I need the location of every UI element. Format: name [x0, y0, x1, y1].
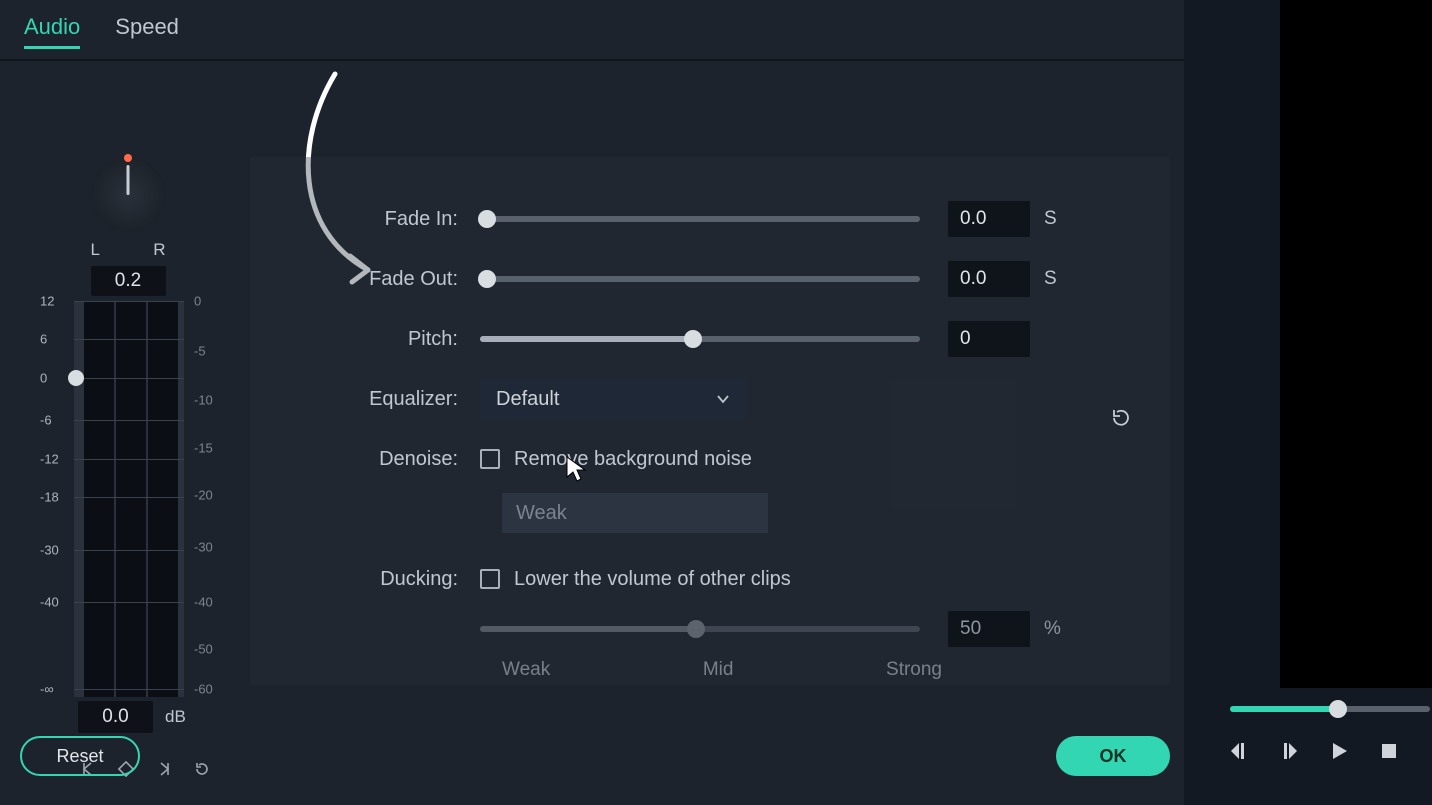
meter-tick-left: 6: [40, 331, 47, 346]
meter-tick-right: -50: [194, 642, 213, 657]
volume-meter[interactable]: 1260-6-12-18-30-40-∞0-5-10-15-20-30-40-5…: [38, 301, 208, 701]
fadein-slider[interactable]: [480, 216, 920, 222]
meter-tick-left: -30: [40, 543, 59, 558]
fadeout-slider[interactable]: [480, 276, 920, 282]
equalizer-label: Equalizer:: [290, 388, 480, 411]
equalizer-value: Default: [496, 388, 559, 411]
equalizer-dropdown[interactable]: Default: [480, 378, 746, 420]
ok-button[interactable]: OK: [1056, 736, 1170, 776]
denoise-text: Remove background noise: [514, 448, 752, 471]
meter-tick-left: -6: [40, 412, 52, 427]
denoise-level-value: Weak: [516, 502, 567, 525]
chevron-down-icon: [716, 392, 730, 406]
meter-tick-right: -10: [194, 393, 213, 408]
pitch-slider[interactable]: [480, 336, 920, 342]
denoise-level-dropdown[interactable]: Weak: [502, 493, 768, 533]
meter-tick-right: -60: [194, 682, 213, 697]
preview-area: [1184, 0, 1432, 805]
step-forward-icon[interactable]: [1278, 740, 1300, 762]
fadeout-label: Fade Out:: [290, 268, 480, 291]
preview-progress-slider[interactable]: [1230, 706, 1430, 712]
fadein-label: Fade In:: [290, 208, 480, 231]
denoise-label: Denoise:: [290, 448, 480, 471]
ducking-value-field[interactable]: 50: [948, 611, 1030, 647]
fadeout-unit: S: [1044, 268, 1057, 290]
pan-value-field[interactable]: 0.2: [91, 266, 166, 296]
audio-settings-panel: Fade In: 0.0 S Fade Out: 0.0 S Pitch:: [250, 157, 1170, 685]
meter-tick-right: -15: [194, 440, 213, 455]
denoise-checkbox[interactable]: [480, 449, 500, 469]
meter-tick-left: 0: [40, 371, 47, 386]
volume-slider-thumb[interactable]: [68, 370, 84, 386]
ducking-checkbox[interactable]: [480, 569, 500, 589]
ducking-slider[interactable]: [480, 626, 920, 632]
reset-button[interactable]: Reset: [20, 736, 140, 776]
stop-icon[interactable]: [1378, 740, 1400, 762]
meter-tick-right: -30: [194, 539, 213, 554]
preview-video: [1280, 0, 1432, 688]
meter-tick-right: -5: [194, 343, 206, 358]
tab-speed[interactable]: Speed: [115, 14, 179, 40]
ducking-label: Ducking:: [290, 568, 480, 591]
ducking-unit: %: [1044, 618, 1061, 640]
meter-tick-left: -12: [40, 452, 59, 467]
step-back-icon[interactable]: [1228, 740, 1250, 762]
fadeout-value-field[interactable]: 0.0: [948, 261, 1030, 297]
pan-knob[interactable]: L R 0.2: [68, 157, 188, 296]
pan-L-label: L: [91, 240, 100, 260]
meter-tick-left: -40: [40, 594, 59, 609]
meter-tick-left: -∞: [40, 682, 54, 697]
meter-tick-left: -18: [40, 490, 59, 505]
fadein-unit: S: [1044, 208, 1057, 230]
pitch-label: Pitch:: [290, 328, 480, 351]
volume-unit: dB: [165, 707, 186, 727]
pan-R-label: R: [153, 240, 165, 260]
reset-section-icon[interactable]: [1110, 407, 1132, 429]
meter-tick-left: 12: [40, 294, 54, 309]
fadein-value-field[interactable]: 0.0: [948, 201, 1030, 237]
meter-tick-right: -20: [194, 488, 213, 503]
meter-tick-right: -40: [194, 594, 213, 609]
volume-value-field[interactable]: 0.0: [78, 701, 153, 733]
meter-tick-right: 0: [194, 294, 201, 309]
pitch-value-field[interactable]: 0: [948, 321, 1030, 357]
play-icon[interactable]: [1328, 740, 1350, 762]
ducking-scale-labels: Weak Mid Strong: [502, 653, 942, 681]
ducking-text: Lower the volume of other clips: [514, 568, 791, 591]
tab-audio[interactable]: Audio: [24, 14, 80, 49]
